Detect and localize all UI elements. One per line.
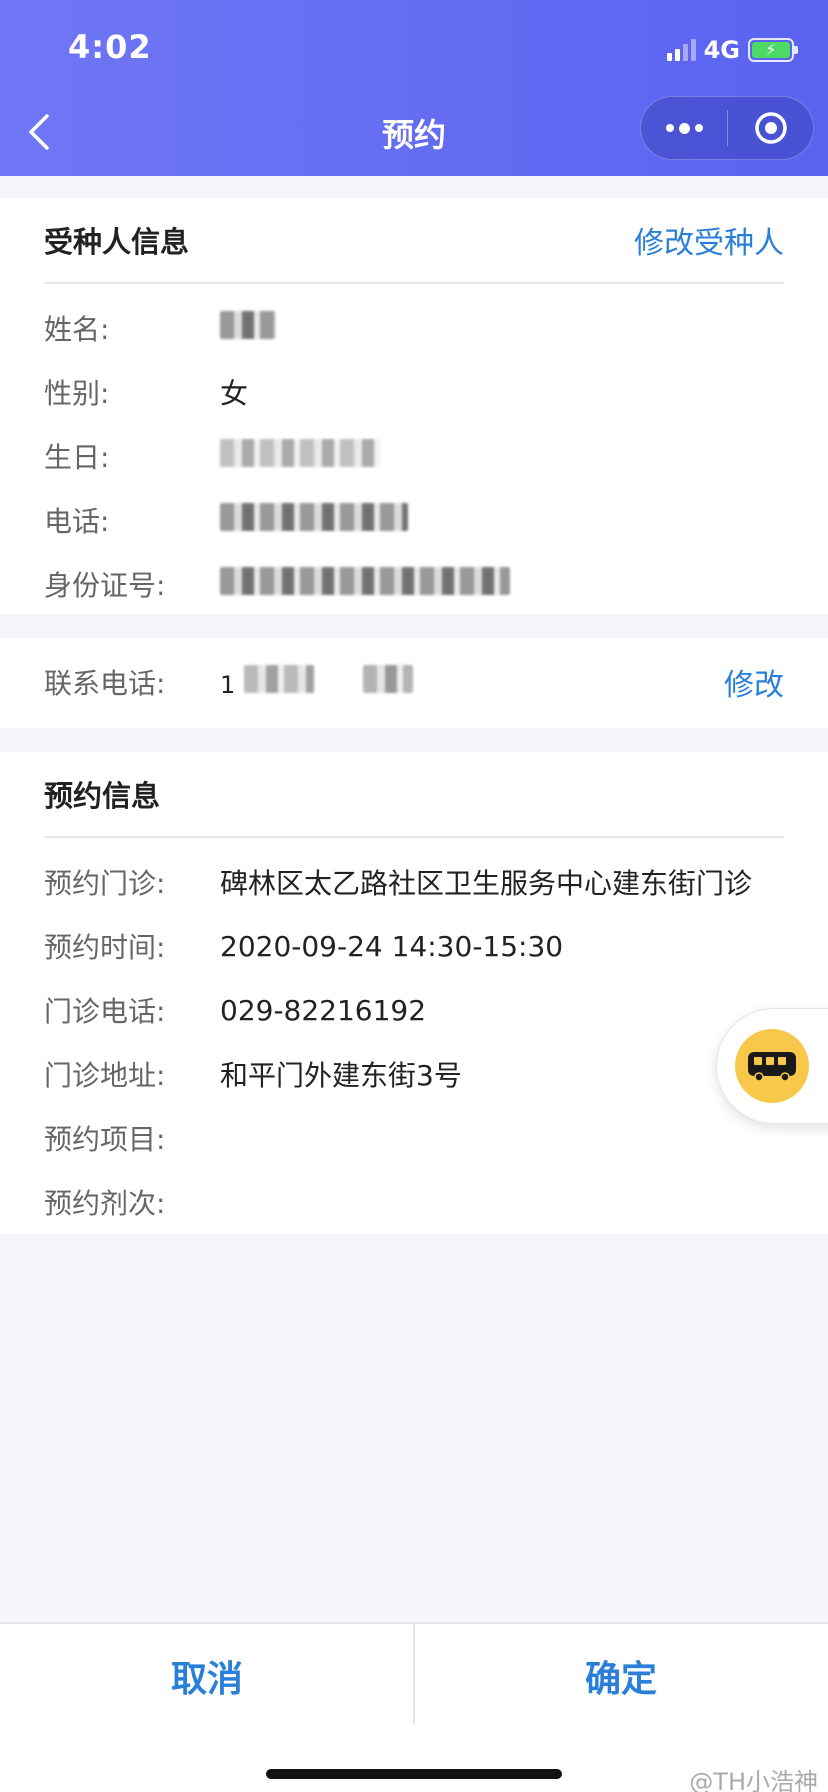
confirm-button[interactable]: 确定 <box>414 1624 828 1728</box>
floating-bus-button[interactable] <box>716 1008 828 1124</box>
field-label: 电话: <box>44 505 110 538</box>
cancel-button[interactable]: 取消 <box>0 1624 414 1728</box>
field-value-gender: 女 <box>220 377 249 410</box>
field-label: 生日: <box>44 441 110 474</box>
field-clinic-phone: 门诊电话: 029-82216192 <box>44 990 784 1030</box>
appointment-title: 预约信息 <box>44 779 161 813</box>
field-label: 身份证号: <box>44 569 166 602</box>
field-value-birthday <box>220 438 380 474</box>
field-birthday: 生日: <box>44 436 784 476</box>
field-id-number: 身份证号: <box>44 564 784 604</box>
edit-contact-link[interactable]: 修改 <box>724 660 784 704</box>
watermark: @TH小浩神 <box>689 1768 818 1792</box>
appointment-card-header: 预约信息 <box>44 752 784 838</box>
app-header: 4:02 4G ⚡ 预约 <box>0 0 828 176</box>
home-indicator <box>266 1769 562 1779</box>
field-label: 预约时间: <box>44 931 166 964</box>
close-miniprogram-button[interactable] <box>728 97 813 159</box>
field-label: 预约剂次: <box>44 1187 166 1220</box>
field-phone: 电话: <box>44 500 784 540</box>
field-label: 预约项目: <box>44 1123 166 1156</box>
field-value-clinic-phone: 029-82216192 <box>220 993 427 1027</box>
appointment-card: 预约信息 预约门诊: 碑林区太乙路社区卫生服务中心建东街门诊 预约时间: 202… <box>0 752 828 1234</box>
signal-icon <box>666 39 696 61</box>
field-value-name <box>220 310 276 346</box>
status-icons: 4G ⚡ <box>666 34 798 66</box>
more-button[interactable] <box>641 97 727 159</box>
field-dose: 预约剂次: <box>44 1182 784 1222</box>
field-value-time: 2020-09-24 14:30-15:30 <box>220 929 564 963</box>
recipient-title: 受种人信息 <box>44 225 190 259</box>
field-value-phone <box>220 502 408 538</box>
field-label: 门诊地址: <box>44 1059 166 1092</box>
bus-icon <box>735 1029 809 1103</box>
edit-recipient-link[interactable]: 修改受种人 <box>634 218 784 262</box>
field-label: 性别: <box>44 377 110 410</box>
status-time: 4:02 <box>68 28 152 66</box>
field-contact-phone: 联系电话: 1 修改 <box>44 660 784 704</box>
miniprogram-capsule <box>640 96 814 160</box>
field-item: 预约项目: <box>44 1118 784 1158</box>
footer-bar: 取消 确定 @TH小浩神 <box>0 1622 828 1792</box>
field-gender: 性别: 女 <box>44 372 784 412</box>
field-name: 姓名: <box>44 308 784 348</box>
field-value-address: 和平门外建东街3号 <box>220 1059 462 1092</box>
contact-card: 联系电话: 1 修改 <box>0 638 828 728</box>
network-type: 4G <box>703 36 740 64</box>
target-icon <box>754 112 787 144</box>
field-value-contact: 1 <box>220 664 414 700</box>
field-label: 姓名: <box>44 313 110 346</box>
field-value-clinic: 碑林区太乙路社区卫生服务中心建东街门诊 <box>220 867 753 900</box>
battery-icon: ⚡ <box>748 38 798 62</box>
field-clinic-address: 门诊地址: 和平门外建东街3号 <box>44 1054 784 1094</box>
more-dots-icon <box>665 124 674 132</box>
field-label: 联系电话: <box>44 667 166 700</box>
field-clinic: 预约门诊: 碑林区太乙路社区卫生服务中心建东街门诊 <box>44 862 784 902</box>
recipient-card: 受种人信息 修改受种人 姓名: 性别: 女 生日: 电话: 身份证号: <box>0 198 828 614</box>
field-time: 预约时间: 2020-09-24 14:30-15:30 <box>44 926 784 966</box>
field-label: 门诊电话: <box>44 995 166 1028</box>
recipient-card-header: 受种人信息 修改受种人 <box>44 198 784 284</box>
field-label: 预约门诊: <box>44 867 166 900</box>
field-value-id <box>220 566 510 602</box>
